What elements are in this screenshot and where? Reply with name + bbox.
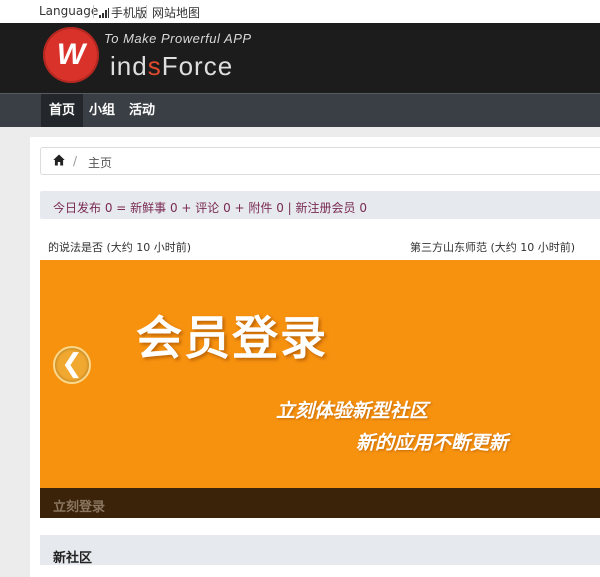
brand-accent: s <box>147 51 162 81</box>
breadcrumb-separator: / <box>73 154 78 168</box>
banner-headline: 会员登录 <box>136 311 328 365</box>
nav-item-groups[interactable]: 小组 <box>83 94 121 127</box>
nav-item-home[interactable]: 首页 <box>41 94 83 127</box>
banner-slide[interactable]: 会员登录 立刻体验新型社区 新的应用不断更新 ❮ <box>40 260 600 488</box>
mobile-version-link[interactable]: 手机版 <box>99 4 147 21</box>
ticker-item-right[interactable]: 第三方山东师范 (大约 10 小时前) <box>410 239 575 255</box>
signal-icon <box>99 7 109 18</box>
breadcrumb-current: 主页 <box>88 156 113 170</box>
top-utility-bar: Language 手机版 网站地图 <box>0 0 600 23</box>
logo-letter: W <box>56 38 86 71</box>
mobile-version-label: 手机版 <box>111 6 148 20</box>
divider <box>146 5 147 18</box>
banner-caption-bar: 立刻登录 <box>40 488 600 518</box>
sitemap-link[interactable]: 网站地图 <box>152 4 200 21</box>
language-link[interactable]: Language <box>39 4 98 18</box>
ticker-item-left[interactable]: 的说法是否 (大约 10 小时前) <box>48 239 191 255</box>
stats-bar: 今日发布 0 = 新鲜事 0 + 评论 0 + 附件 0 | 新注册会员 0 <box>40 191 600 219</box>
stats-text: 今日发布 0 = 新鲜事 0 + 评论 0 + 附件 0 | 新注册会员 0 <box>53 201 367 215</box>
banner-subtitle-1: 立刻体验新型社区 <box>276 400 429 422</box>
divider <box>93 5 94 18</box>
main-nav: 首页 小组 活动 <box>0 93 600 127</box>
section-title: 新社区 <box>53 551 93 566</box>
nav-item-events[interactable]: 活动 <box>121 94 163 127</box>
logo[interactable]: W <box>43 27 99 83</box>
banner-caption[interactable]: 立刻登录 <box>53 496 105 515</box>
chevron-left-icon: ❮ <box>61 349 83 379</box>
brand-name[interactable]: indsForce <box>110 51 233 82</box>
banner-subtitle-2: 新的应用不断更新 <box>356 432 509 454</box>
site-header: W To Make Prowerful APP indsForce <box>0 23 600 93</box>
home-icon[interactable] <box>53 154 65 166</box>
brand-suffix: Force <box>161 51 234 81</box>
breadcrumb: / 主页 <box>40 147 600 175</box>
slogan: To Make Prowerful APP <box>104 31 252 46</box>
slider-prev-button[interactable]: ❮ <box>53 346 91 384</box>
brand-prefix: ind <box>110 51 148 81</box>
